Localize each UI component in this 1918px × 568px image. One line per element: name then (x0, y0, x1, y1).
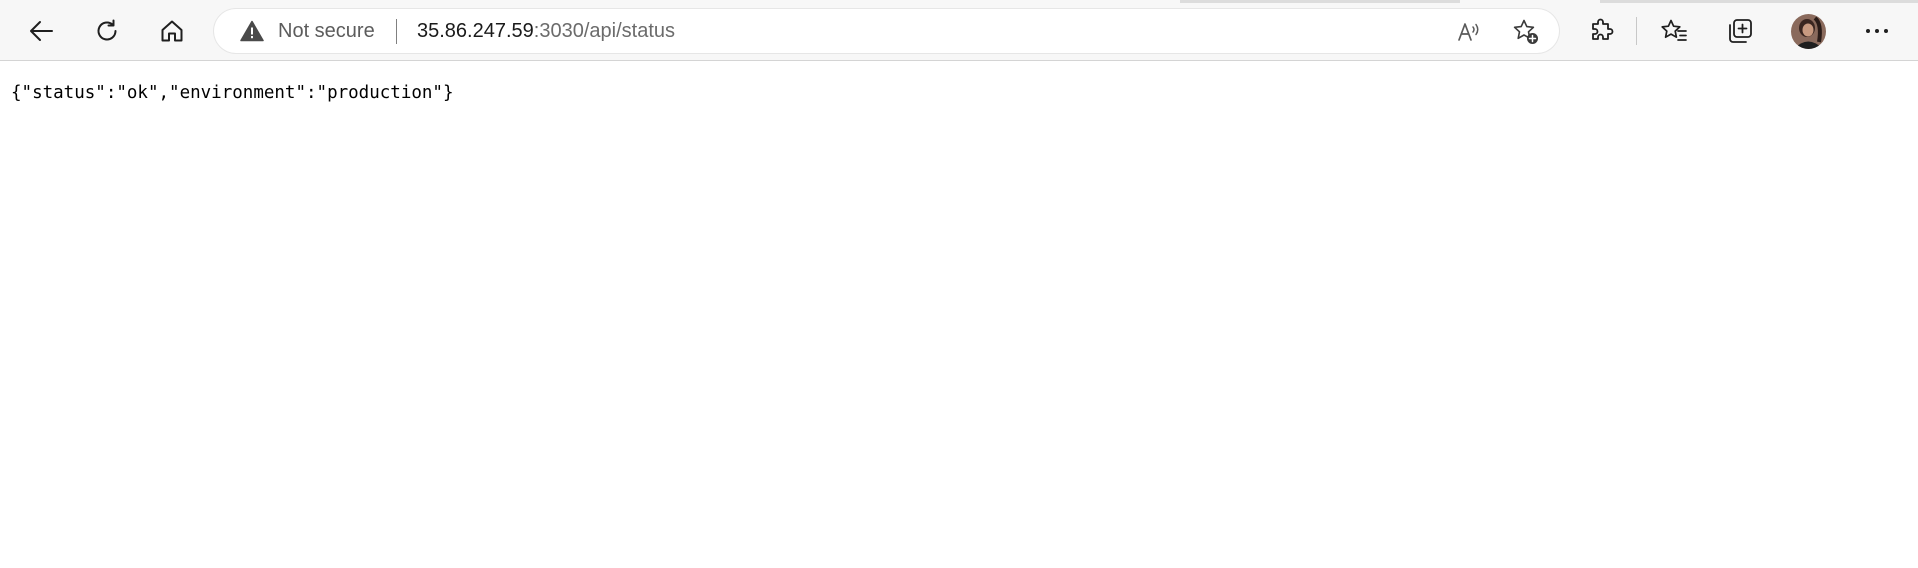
back-arrow-icon (30, 21, 53, 41)
refresh-icon (97, 19, 117, 41)
address-separator (396, 19, 397, 44)
favorites-button[interactable] (1654, 11, 1694, 51)
refresh-button[interactable] (87, 11, 127, 51)
home-icon (161, 20, 183, 42)
home-button[interactable] (152, 11, 192, 51)
address-bar[interactable]: Not secure 35.86.247.59:3030/api/status (214, 9, 1559, 53)
browser-toolbar: Not secure 35.86.247.59:3030/api/status (0, 0, 1918, 61)
read-aloud-button[interactable] (1454, 17, 1484, 47)
toolbar-divider (1636, 17, 1637, 45)
collections-icon (1729, 19, 1752, 43)
extensions-button[interactable] (1581, 11, 1621, 51)
profile-avatar[interactable] (1791, 14, 1826, 49)
url-text[interactable]: 35.86.247.59:3030/api/status (417, 20, 675, 42)
more-dots-icon (1866, 29, 1888, 33)
tab-strip-edge (1600, 0, 1918, 3)
collections-button[interactable] (1720, 11, 1760, 51)
puzzle-piece-icon (1592, 18, 1614, 40)
security-status-label[interactable]: Not secure (278, 20, 375, 42)
url-host: 35.86.247.59 (417, 20, 534, 42)
json-response-body: {"status":"ok","environment":"production… (11, 83, 454, 103)
url-path: :3030/api/status (533, 20, 675, 42)
back-button[interactable] (21, 11, 61, 51)
settings-menu-button[interactable] (1857, 11, 1897, 51)
warning-triangle-icon[interactable] (240, 20, 264, 42)
read-aloud-icon (1458, 23, 1479, 41)
tab-strip-edge (1180, 0, 1460, 3)
favorites-list-icon (1661, 19, 1687, 41)
add-favorite-icon (1513, 19, 1538, 44)
add-favorite-button[interactable] (1511, 17, 1541, 47)
